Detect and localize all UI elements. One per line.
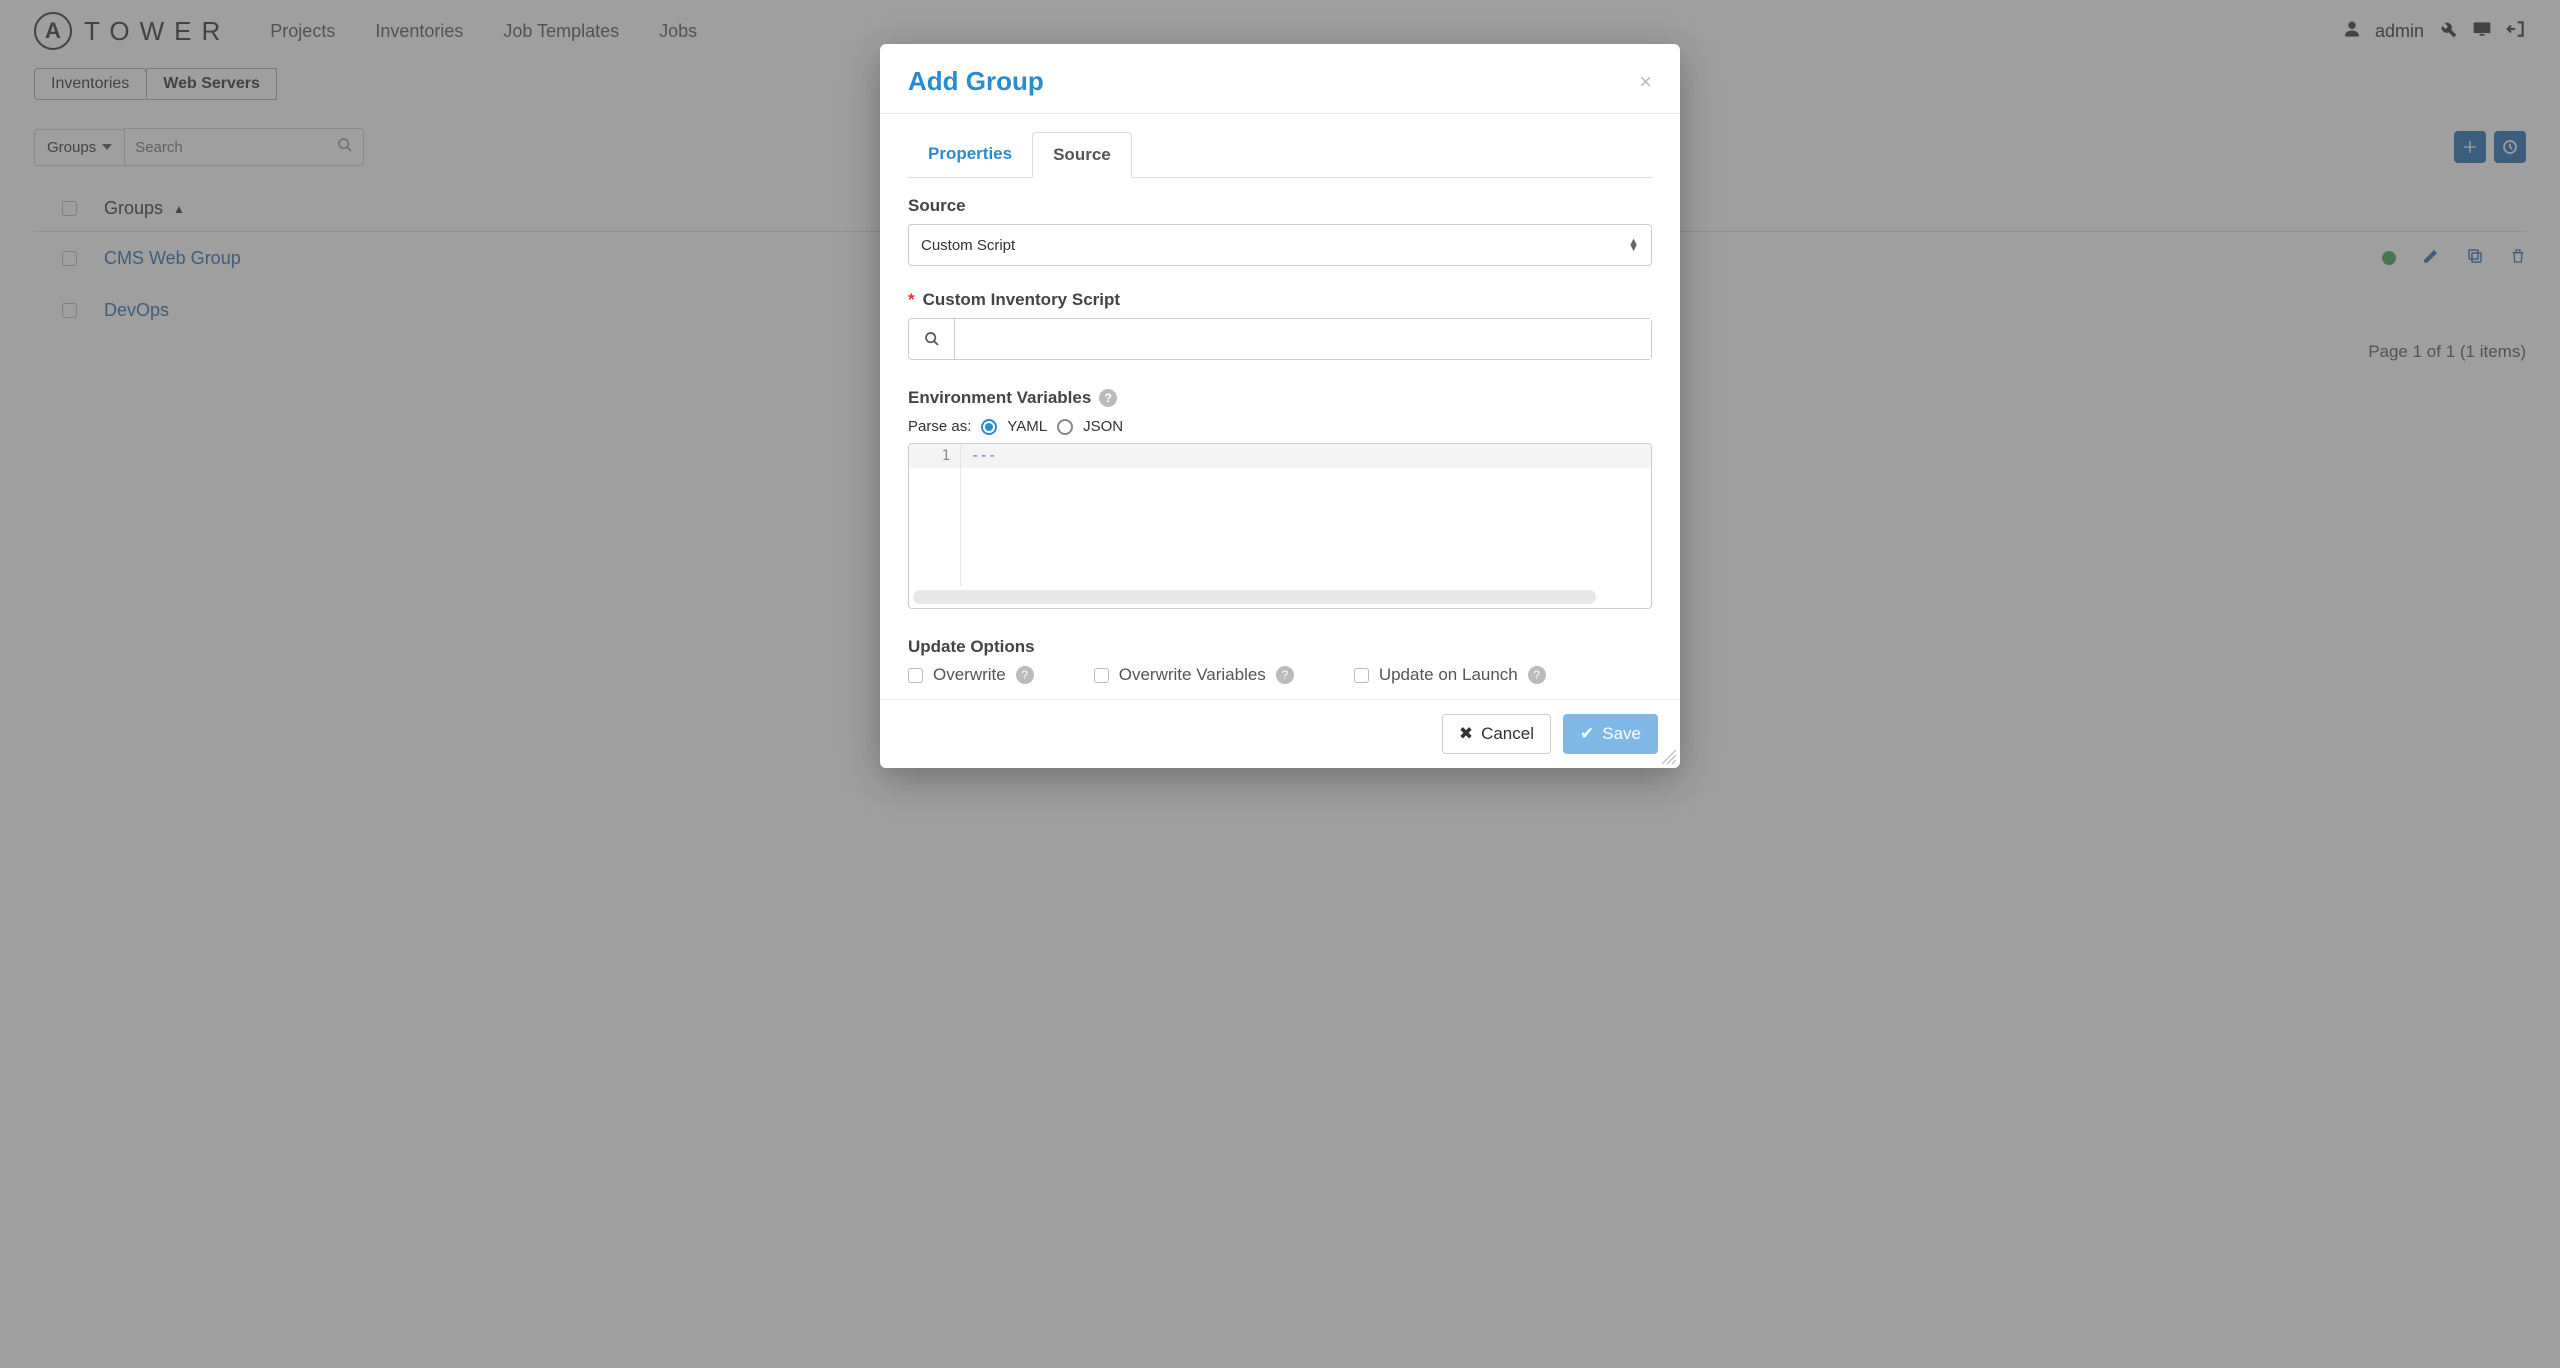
modal-footer: ✖ Cancel ✔ Save: [880, 699, 1680, 768]
lookup-button[interactable]: [909, 319, 955, 359]
custom-script-label: * Custom Inventory Script: [908, 290, 1652, 310]
source-select[interactable]: Custom Script ▲▼: [908, 224, 1652, 266]
parse-json-radio[interactable]: [1057, 419, 1073, 435]
custom-script-label-text: Custom Inventory Script: [923, 290, 1120, 310]
overwrite-vars-checkbox[interactable]: [1094, 668, 1109, 683]
modal-header: Add Group ×: [880, 44, 1680, 113]
source-select-value: Custom Script: [921, 237, 1015, 254]
close-icon[interactable]: ×: [1639, 69, 1652, 95]
parse-as-row: Parse as: YAML JSON: [908, 418, 1652, 435]
help-icon[interactable]: ?: [1099, 389, 1117, 407]
source-label: Source: [908, 196, 1652, 216]
select-caret-icon: ▲▼: [1628, 239, 1639, 251]
overwrite-vars-label: Overwrite Variables: [1119, 665, 1266, 685]
modal-body: Properties Source Source Custom Script ▲…: [880, 114, 1680, 699]
update-launch-label: Update on Launch: [1379, 665, 1518, 685]
custom-script-lookup: [908, 318, 1652, 360]
modal-tabs: Properties Source: [908, 132, 1652, 178]
modal-title: Add Group: [908, 66, 1044, 97]
code-line-text: ---: [961, 444, 1651, 468]
parse-as-label: Parse as:: [908, 418, 971, 435]
parse-json-label: JSON: [1083, 418, 1123, 435]
tab-source[interactable]: Source: [1032, 132, 1132, 178]
required-marker: *: [908, 290, 915, 310]
help-icon[interactable]: ?: [1528, 666, 1546, 684]
close-x-icon: ✖: [1459, 724, 1473, 744]
code-line-number: 1: [909, 444, 961, 468]
cancel-label: Cancel: [1481, 724, 1534, 744]
save-label: Save: [1602, 724, 1641, 744]
overwrite-label: Overwrite: [933, 665, 1006, 685]
save-button[interactable]: ✔ Save: [1563, 714, 1658, 754]
parse-yaml-label: YAML: [1007, 418, 1047, 435]
env-vars-editor[interactable]: 1 ---: [908, 443, 1652, 609]
help-icon[interactable]: ?: [1016, 666, 1034, 684]
overwrite-checkbox[interactable]: [908, 668, 923, 683]
editor-scrollbar[interactable]: [913, 590, 1596, 604]
custom-script-input[interactable]: [955, 319, 1651, 359]
env-vars-label: Environment Variables ?: [908, 388, 1652, 408]
update-launch-checkbox[interactable]: [1354, 668, 1369, 683]
resize-grip-icon[interactable]: [1662, 750, 1676, 764]
help-icon[interactable]: ?: [1276, 666, 1294, 684]
env-vars-label-text: Environment Variables: [908, 388, 1091, 408]
tab-properties[interactable]: Properties: [908, 132, 1032, 177]
add-group-modal: Add Group × Properties Source Source Cus…: [880, 44, 1680, 768]
parse-yaml-radio[interactable]: [981, 419, 997, 435]
update-options: Overwrite ? Overwrite Variables ? Update…: [908, 665, 1652, 685]
update-options-label: Update Options: [908, 637, 1652, 657]
check-icon: ✔: [1580, 724, 1594, 744]
cancel-button[interactable]: ✖ Cancel: [1442, 714, 1551, 754]
